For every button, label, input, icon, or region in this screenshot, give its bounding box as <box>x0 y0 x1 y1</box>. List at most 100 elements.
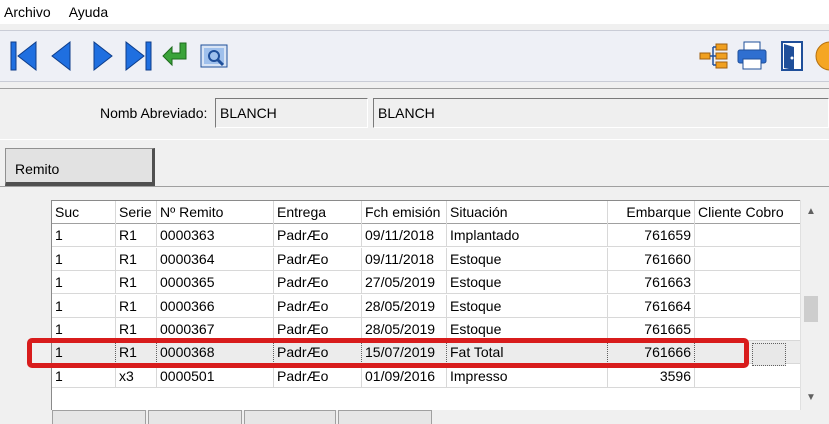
table-cell: R1 <box>116 341 157 364</box>
table-cell <box>695 271 800 294</box>
toolbar <box>0 30 829 82</box>
nomb-abreviado-field[interactable]: BLANCH <box>215 98 368 128</box>
table-cell <box>695 365 800 388</box>
table-cell: 1 <box>52 271 116 294</box>
table-row[interactable]: 1 R1 0000365 PadrÆo 27/05/2019 Estoque 761663 <box>52 271 800 294</box>
column-header-embarque[interactable]: Embarque <box>608 201 695 224</box>
table-cell: PadrÆo <box>274 248 362 271</box>
empty-row <box>52 388 800 410</box>
table-cell: 0000364 <box>157 248 274 271</box>
column-header-serie[interactable]: Serie <box>116 201 157 224</box>
table-cell: PadrÆo <box>274 224 362 247</box>
header-panel: Nomb Abreviado: BLANCH BLANCH <box>0 88 829 140</box>
table-cell <box>695 295 800 318</box>
table-cell: 761666 <box>608 341 695 364</box>
column-header-nro-remito[interactable]: Nº Remito <box>157 201 274 224</box>
table-cell <box>695 248 800 271</box>
table-cell: Estoque <box>447 295 608 318</box>
table-cell: PadrÆo <box>274 295 362 318</box>
preview-icon[interactable] <box>198 39 230 73</box>
table-cell: R1 <box>116 271 157 294</box>
table-cell: 27/05/2019 <box>362 271 447 294</box>
column-header-cliente-cobro[interactable]: Cliente Cobro <box>695 201 800 224</box>
table-cell: 1 <box>52 248 116 271</box>
table-cell: 761664 <box>608 295 695 318</box>
table-cell: 761663 <box>608 271 695 294</box>
table-cell: R1 <box>116 318 157 341</box>
remitos-grid: Suc Serie Nº Remito Entrega Fch emisión Situa… <box>51 200 800 410</box>
table-row[interactable]: 1 R1 0000366 PadrÆo 28/05/2019 Estoque 761664 <box>52 295 800 318</box>
tab-remito[interactable]: Remito <box>5 148 155 186</box>
table-cell: R1 <box>116 295 157 318</box>
bottom-tab-3[interactable] <box>244 410 336 424</box>
table-cell: 3596 <box>608 365 695 388</box>
table-row[interactable]: 1 R1 0000364 PadrÆo 09/11/2018 Estoque 761660 <box>52 248 800 271</box>
menu-bar: Archivo Ayuda <box>0 0 829 24</box>
first-record-icon[interactable] <box>8 39 40 73</box>
table-cell: Impresso <box>447 365 608 388</box>
help-icon[interactable] <box>814 39 829 73</box>
grid-vertical-scrollbar[interactable]: ▲ ▼ <box>800 200 820 410</box>
scroll-down-icon[interactable]: ▼ <box>801 388 821 408</box>
nomb-full-field[interactable]: BLANCH <box>373 98 829 128</box>
table-cell: 0000363 <box>157 224 274 247</box>
column-header-entrega[interactable]: Entrega <box>274 201 362 224</box>
table-cell: 1 <box>52 365 116 388</box>
table-cell: Implantado <box>447 224 608 247</box>
table-cell: 0000501 <box>157 365 274 388</box>
table-row[interactable]: 1 R1 0000367 PadrÆo 28/05/2019 Estoque 761665 <box>52 318 800 341</box>
table-cell: 761659 <box>608 224 695 247</box>
table-cell: 01/09/2016 <box>362 365 447 388</box>
table-cell: 0000365 <box>157 271 274 294</box>
table-cell: Estoque <box>447 271 608 294</box>
table-cell: PadrÆo <box>274 365 362 388</box>
table-row[interactable]: 1 R1 0000363 PadrÆo 09/11/2018 Implantado 7616… <box>52 224 800 247</box>
exit-door-icon[interactable] <box>776 39 808 73</box>
table-cell: Estoque <box>447 248 608 271</box>
print-icon[interactable] <box>736 39 768 73</box>
table-cell: 1 <box>52 295 116 318</box>
table-cell: 28/05/2019 <box>362 318 447 341</box>
table-cell: PadrÆo <box>274 271 362 294</box>
bottom-tab-4[interactable] <box>338 410 432 424</box>
scroll-up-icon[interactable]: ▲ <box>801 202 821 222</box>
table-row[interactable]: 1 R1 0000368 PadrÆo 15/07/2019 Fat Total 76166… <box>52 341 800 364</box>
table-cell <box>695 224 800 247</box>
table-cell: 0000367 <box>157 318 274 341</box>
table-row[interactable]: 1 x3 0000501 PadrÆo 01/09/2016 Impresso 3596 <box>52 365 800 388</box>
table-cell: 0000366 <box>157 295 274 318</box>
return-icon[interactable] <box>160 39 192 73</box>
bottom-tab-2[interactable] <box>148 410 242 424</box>
table-cell: PadrÆo <box>274 341 362 364</box>
table-cell <box>695 318 800 341</box>
table-cell: 1 <box>52 341 116 364</box>
grid-header-row: Suc Serie Nº Remito Entrega Fch emisión Situa… <box>52 201 800 224</box>
table-cell: 761660 <box>608 248 695 271</box>
table-cell: 09/11/2018 <box>362 224 447 247</box>
table-cell: 761665 <box>608 318 695 341</box>
table-cell: 15/07/2019 <box>362 341 447 364</box>
column-header-fch-emision[interactable]: Fch emisión <box>362 201 447 224</box>
table-cell: R1 <box>116 248 157 271</box>
table-cell: 28/05/2019 <box>362 295 447 318</box>
table-cell: R1 <box>116 224 157 247</box>
next-record-icon[interactable] <box>86 39 118 73</box>
menu-archivo[interactable]: Archivo <box>0 4 59 20</box>
previous-record-icon[interactable] <box>46 39 78 73</box>
menu-ayuda[interactable]: Ayuda <box>59 4 116 20</box>
table-cell: 0000368 <box>157 341 274 364</box>
table-cell: Estoque <box>447 318 608 341</box>
table-cell: 1 <box>52 224 116 247</box>
bottom-tab-1[interactable] <box>52 410 146 424</box>
column-header-situacion[interactable]: Situación <box>447 201 608 224</box>
column-header-suc[interactable]: Suc <box>52 201 116 224</box>
tree-view-icon[interactable] <box>698 39 730 73</box>
table-cell: x3 <box>116 365 157 388</box>
last-record-icon[interactable] <box>122 39 154 73</box>
table-cell: 1 <box>52 318 116 341</box>
selected-row-focus-cell <box>752 343 786 366</box>
nomb-abreviado-label: Nomb Abreviado: <box>100 105 208 121</box>
scroll-thumb[interactable] <box>804 296 818 322</box>
table-cell: PadrÆo <box>274 318 362 341</box>
table-cell: Fat Total <box>447 341 608 364</box>
